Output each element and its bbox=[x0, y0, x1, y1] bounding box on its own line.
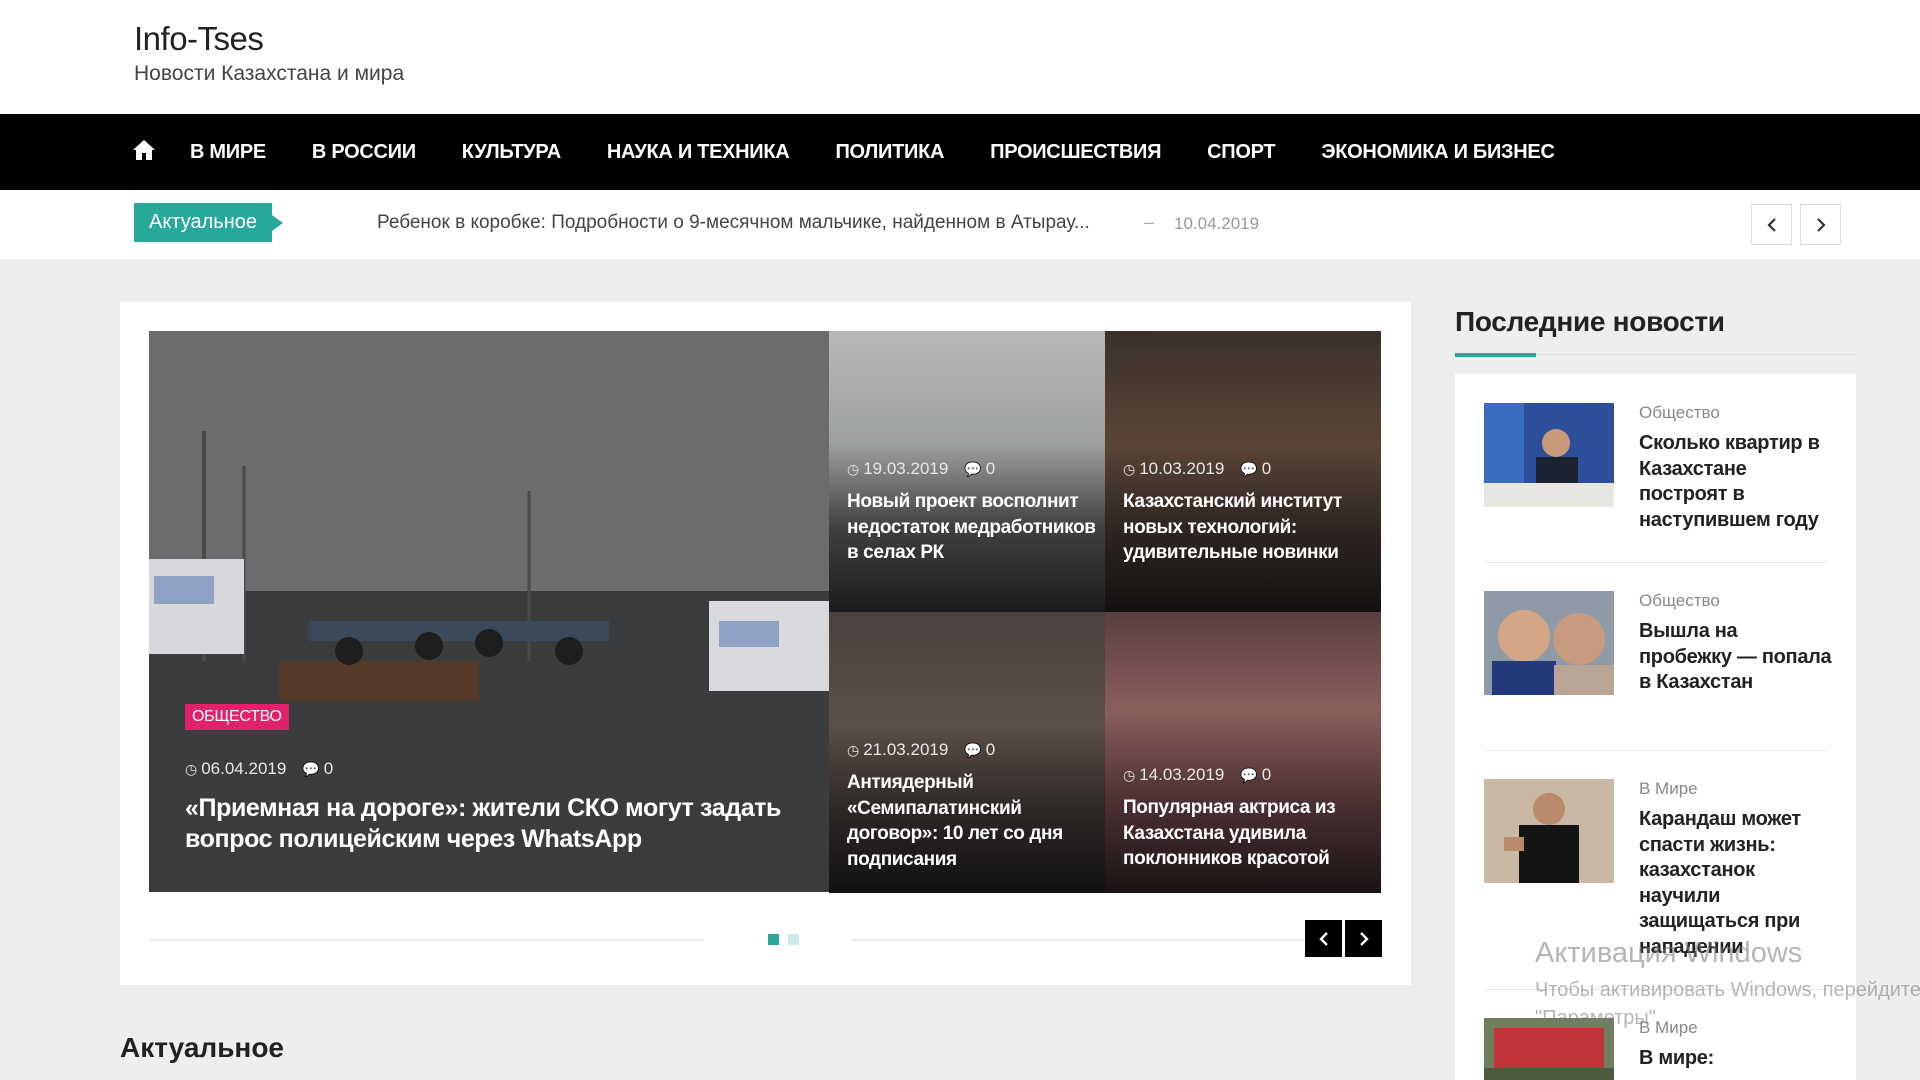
nav-item-culture[interactable]: КУЛЬТУРА bbox=[462, 141, 561, 164]
windows-activation-hint: Чтобы активировать Windows, перейдите в … bbox=[1535, 976, 1920, 1032]
slider-dot[interactable] bbox=[788, 934, 799, 945]
ticker-date: 10.04.2019 bbox=[1174, 214, 1260, 233]
slider-divider bbox=[149, 939, 704, 941]
slider-prev-button[interactable] bbox=[1305, 920, 1342, 957]
latest-news-list: Общество Сколько квартир в Казахстане по… bbox=[1455, 374, 1856, 1080]
news-title[interactable]: В мире: bbox=[1639, 1046, 1834, 1072]
post-date: 19.03.2019 bbox=[863, 459, 949, 478]
chevron-left-icon bbox=[1766, 217, 1776, 232]
comment-count: 0 bbox=[1261, 765, 1272, 784]
comment-count: 0 bbox=[1261, 459, 1272, 478]
featured-post-title[interactable]: «Приемная на дороге»: жители СКО могут з… bbox=[185, 793, 795, 855]
post-meta: ◷ 19.03.2019 💬 0 bbox=[847, 459, 995, 479]
nav-item-sport[interactable]: СПОРТ bbox=[1207, 141, 1275, 164]
nav-item-russia[interactable]: В РОССИИ bbox=[312, 141, 416, 164]
news-divider bbox=[1484, 750, 1828, 751]
clock-icon: ◷ bbox=[1123, 766, 1136, 783]
slider-post[interactable]: ◷ 14.03.2019 💬 0 Популярная актриса из К… bbox=[1105, 612, 1381, 893]
post-date: 14.03.2019 bbox=[1139, 765, 1225, 784]
post-date: 21.03.2019 bbox=[863, 740, 949, 759]
news-item[interactable]: Общество Вышла на пробежку — попала в Ка… bbox=[1484, 591, 1832, 731]
slider-divider bbox=[852, 939, 1304, 941]
comment-count: 0 bbox=[985, 459, 996, 478]
watermark-line: "Параметры". bbox=[1535, 1007, 1662, 1029]
news-title[interactable]: Вышла на пробежку — попала в Казахстан bbox=[1639, 619, 1834, 696]
featured-post[interactable]: ОБЩЕСТВО ◷ 06.04.2019 💬 0 «Приемная на д… bbox=[149, 331, 829, 892]
clock-icon: ◷ bbox=[847, 460, 860, 477]
post-meta: ◷ 10.03.2019 💬 0 bbox=[1123, 459, 1271, 479]
post-meta: ◷ 21.03.2019 💬 0 bbox=[847, 740, 995, 760]
site-header: Info-Tses Новости Казахстана и мира bbox=[0, 0, 1920, 114]
news-category[interactable]: Общество bbox=[1639, 591, 1720, 611]
nav-item-world[interactable]: В МИРЕ bbox=[190, 141, 266, 164]
chevron-right-icon bbox=[1359, 931, 1369, 946]
slider-post-title[interactable]: Антиядерный «Семипалатинский договор»: 1… bbox=[847, 770, 1097, 872]
ticker-headline[interactable]: Ребенок в коробке: Подробности о 9-месяч… bbox=[377, 212, 1090, 234]
clock-icon: ◷ bbox=[1123, 460, 1136, 477]
news-divider bbox=[1484, 562, 1828, 563]
post-meta: ◷ 06.04.2019 💬 0 bbox=[185, 759, 333, 779]
news-thumbnail[interactable] bbox=[1484, 403, 1614, 507]
chevron-right-icon bbox=[1816, 217, 1826, 232]
comments-icon: 💬 bbox=[964, 460, 982, 477]
windows-activation-watermark: Активация Windows bbox=[1535, 937, 1803, 969]
slider-post[interactable]: ◷ 21.03.2019 💬 0 Антиядерный «Семипалати… bbox=[829, 612, 1105, 893]
main-nav: В МИРЕ В РОССИИ КУЛЬТУРА НАУКА И ТЕХНИКА… bbox=[0, 114, 1920, 190]
slider-post-title[interactable]: Популярная актриса из Казахстана удивила… bbox=[1123, 795, 1373, 872]
slider-post[interactable]: ◷ 10.03.2019 💬 0 Казахстанский институт … bbox=[1105, 331, 1381, 612]
slider-post-title[interactable]: Новый проект восполнит недостаток медраб… bbox=[847, 489, 1097, 566]
comments-icon: 💬 bbox=[1240, 460, 1258, 477]
chevron-left-icon bbox=[1318, 931, 1328, 946]
ticker-label: Актуальное bbox=[134, 203, 283, 242]
nav-item-economy[interactable]: ЭКОНОМИКА И БИЗНЕС bbox=[1321, 141, 1555, 164]
ticker-next-button[interactable] bbox=[1800, 204, 1841, 245]
section-heading: Актуальное bbox=[120, 1032, 285, 1063]
post-date: 10.03.2019 bbox=[1139, 459, 1225, 478]
sidebar-accent-bar bbox=[1455, 353, 1536, 357]
news-thumbnail[interactable] bbox=[1484, 591, 1614, 695]
sidebar-heading: Последние новости bbox=[1455, 306, 1725, 337]
news-ticker: Актуальное Ребенок в коробке: Подробност… bbox=[0, 190, 1920, 259]
clock-icon: ◷ bbox=[847, 741, 860, 758]
news-item[interactable]: Общество Сколько квартир в Казахстане по… bbox=[1484, 403, 1828, 543]
category-badge[interactable]: ОБЩЕСТВО bbox=[185, 704, 289, 730]
watermark-line: Чтобы активировать Windows, перейдите в … bbox=[1535, 979, 1920, 1001]
ticker-prev-button[interactable] bbox=[1751, 204, 1792, 245]
post-meta: ◷ 14.03.2019 💬 0 bbox=[1123, 765, 1271, 785]
news-category[interactable]: Общество bbox=[1639, 403, 1720, 423]
nav-item-incidents[interactable]: ПРОИСШЕСТВИЯ bbox=[990, 141, 1161, 164]
slider-post-title[interactable]: Казахстанский институт новых технологий:… bbox=[1123, 489, 1373, 566]
news-category[interactable]: В Мире bbox=[1639, 779, 1698, 799]
ticker-separator: – bbox=[1144, 212, 1155, 232]
comments-icon: 💬 bbox=[302, 760, 320, 777]
home-icon[interactable] bbox=[132, 139, 158, 163]
slider-post[interactable]: ◷ 19.03.2019 💬 0 Новый проект восполнит … bbox=[829, 331, 1105, 612]
comments-icon: 💬 bbox=[964, 741, 982, 758]
site-title[interactable]: Info-Tses bbox=[134, 20, 264, 58]
clock-icon: ◷ bbox=[185, 760, 198, 777]
nav-item-science[interactable]: НАУКА И ТЕХНИКА bbox=[607, 141, 790, 164]
news-title[interactable]: Сколько квартир в Казахстане построят в … bbox=[1639, 431, 1834, 533]
comments-icon: 💬 bbox=[1240, 766, 1258, 783]
nav-item-politics[interactable]: ПОЛИТИКА bbox=[835, 141, 944, 164]
slider-next-button[interactable] bbox=[1345, 920, 1382, 957]
news-thumbnail[interactable] bbox=[1484, 779, 1614, 883]
slider-dot[interactable] bbox=[768, 934, 779, 945]
post-date: 06.04.2019 bbox=[201, 759, 287, 778]
comment-count: 0 bbox=[323, 759, 334, 778]
comment-count: 0 bbox=[985, 740, 996, 759]
site-tagline: Новости Казахстана и мира bbox=[134, 62, 405, 85]
